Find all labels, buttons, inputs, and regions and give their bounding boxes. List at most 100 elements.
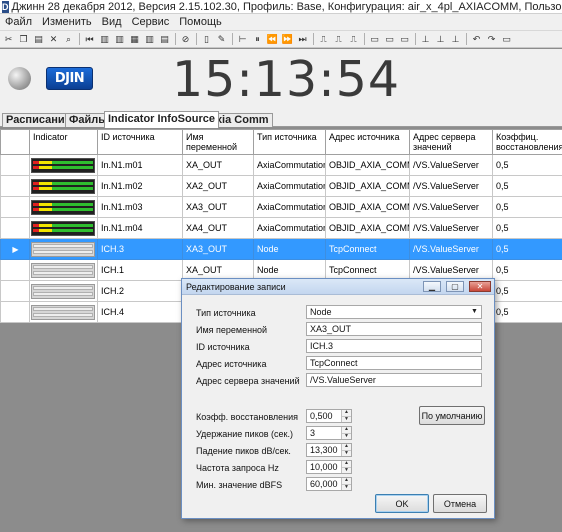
cell-type[interactable]: AxiaCommutation (253, 196, 326, 218)
pause-icon[interactable]: ⏸ (252, 34, 263, 45)
cell-coef[interactable]: 0,5 (492, 259, 562, 281)
min-dbfs-spinner[interactable]: 60,000 ▲ ▼ (306, 477, 352, 491)
spin-down-icon[interactable]: ▼ (342, 433, 351, 439)
table-row[interactable]: In.N1.m02 XA2_OUT AxiaCommutation OBJID_AXI… (0, 175, 562, 197)
undo-icon[interactable]: ↶ (471, 34, 482, 45)
spin-down-icon[interactable]: ▼ (342, 416, 351, 422)
cell-addr[interactable]: OBJID_AXIA_COMM... (325, 154, 410, 176)
maximize-icon[interactable]: ▢ (446, 281, 464, 292)
minimize-icon[interactable]: ▁ (423, 281, 441, 292)
paste-icon[interactable]: ▤ (33, 34, 44, 45)
document-icon[interactable]: ▯ (201, 34, 212, 45)
cell-var[interactable]: XA4_OUT (182, 217, 254, 239)
delete-icon[interactable]: ✕ (48, 34, 59, 45)
step-icon[interactable]: ⊢ (237, 34, 248, 45)
var-name-field[interactable]: XA3_OUT (306, 322, 482, 336)
column-icon[interactable]: ▥ (144, 34, 155, 45)
tab-schedule[interactable]: Расписание (2, 113, 75, 127)
cell-id[interactable]: In.N1.m04 (97, 217, 183, 239)
cell-type[interactable]: AxiaCommutation (253, 217, 326, 239)
peak-fall-spinner[interactable]: 13,300 ▲ ▼ (306, 443, 352, 457)
cell-coef[interactable]: 0,5 (492, 301, 562, 323)
track-icon[interactable]: ▭ (369, 34, 380, 45)
cell-coef[interactable]: 0,5 (492, 280, 562, 302)
cell-var[interactable]: XA_OUT (182, 154, 254, 176)
find-icon[interactable]: ⌕ (63, 34, 74, 45)
cell-addr[interactable]: TcpConnect (325, 238, 410, 260)
cell-id[interactable]: In.N1.m03 (97, 196, 183, 218)
row-selector[interactable] (0, 259, 30, 281)
table-row[interactable]: ▶ ICH.3 XA3_OUT Node TcpConnect/VS.ValueServ… (0, 238, 562, 260)
column-icon[interactable]: ▥ (114, 34, 125, 45)
cell-coef[interactable]: 0,5 (492, 238, 562, 260)
cell-server[interactable]: /VS.ValueServer (409, 238, 493, 260)
marker-icon[interactable]: ⎍ (333, 34, 344, 45)
copy-icon[interactable]: ❐ (18, 34, 29, 45)
spin-down-icon[interactable]: ▼ (342, 484, 351, 490)
cell-type[interactable]: AxiaCommutation (253, 154, 326, 176)
prev-icon[interactable]: ⏪ (267, 34, 278, 45)
marker-icon[interactable]: ⎍ (318, 34, 329, 45)
cell-id[interactable]: ICH.1 (97, 259, 183, 281)
chevron-down-icon[interactable]: ▼ (469, 307, 480, 317)
cell-addr[interactable]: OBJID_AXIA_COMM... (325, 196, 410, 218)
cell-server[interactable]: /VS.ValueServer (409, 175, 493, 197)
cell-var[interactable]: XA2_OUT (182, 175, 254, 197)
align-icon[interactable]: ⊥ (420, 34, 431, 45)
menu-edit[interactable]: Изменить (37, 16, 97, 28)
cell-id[interactable]: ICH.2 (97, 280, 183, 302)
cell-id[interactable]: ICH.3 (97, 238, 183, 260)
source-type-select[interactable]: Node ▼ (306, 305, 482, 319)
column-header[interactable]: Адрес сервера значений (409, 129, 493, 155)
column-header[interactable]: ID источника (97, 129, 183, 155)
cell-id[interactable]: ICH.4 (97, 301, 183, 323)
cancel-button[interactable]: Отмена (433, 494, 487, 513)
first-icon[interactable]: ⏮ (84, 34, 95, 45)
column-icon[interactable]: ▤ (159, 34, 170, 45)
cell-type[interactable]: Node (253, 238, 326, 260)
edit-icon[interactable]: ✎ (216, 34, 227, 45)
spin-down-icon[interactable]: ▼ (342, 450, 351, 456)
menu-help[interactable]: Помощь (174, 16, 227, 28)
defaults-button[interactable]: По умолчанию (419, 406, 485, 425)
column-header[interactable]: Indicator (29, 129, 98, 155)
menu-file[interactable]: Файл (0, 16, 37, 28)
column-header[interactable]: Тип источника (253, 129, 326, 155)
cell-id[interactable]: In.N1.m02 (97, 175, 183, 197)
column-header[interactable]: Коэффиц. восстановления (492, 129, 562, 155)
source-addr-field[interactable]: TcpConnect (306, 356, 482, 370)
track-icon[interactable]: ▭ (384, 34, 395, 45)
tab-indicator-infosource[interactable]: Indicator InfoSource (104, 111, 219, 128)
cell-type[interactable]: AxiaCommutation (253, 175, 326, 197)
server-addr-field[interactable]: /VS.ValueServer (306, 373, 482, 387)
source-id-field[interactable]: ICH.3 (306, 339, 482, 353)
cell-var[interactable]: XA3_OUT (182, 238, 254, 260)
stop-icon[interactable]: ⊘ (180, 34, 191, 45)
table-row[interactable]: In.N1.m04 XA4_OUT AxiaCommutation OBJID_AXI… (0, 217, 562, 239)
row-selector[interactable] (0, 196, 30, 218)
track-icon[interactable]: ▭ (399, 34, 410, 45)
row-selector[interactable] (0, 301, 30, 323)
column-icon[interactable]: ▦ (129, 34, 140, 45)
recovery-spinner[interactable]: 0,500 ▲ ▼ (306, 409, 352, 423)
column-header[interactable]: Адрес источника (325, 129, 410, 155)
align-icon[interactable]: ⊥ (435, 34, 446, 45)
table-row[interactable]: In.N1.m01 XA_OUT AxiaCommutation OBJID_AXIA… (0, 154, 562, 176)
panel-icon[interactable]: ▭ (501, 34, 512, 45)
menu-service[interactable]: Сервис (127, 16, 175, 28)
cut-icon[interactable]: ✂ (3, 34, 14, 45)
ok-button[interactable]: OK (375, 494, 429, 513)
row-selector[interactable]: ▶ (0, 238, 30, 260)
cell-server[interactable]: /VS.ValueServer (409, 217, 493, 239)
cell-addr[interactable]: OBJID_AXIA_COMM... (325, 217, 410, 239)
poll-rate-spinner[interactable]: 10,000 ▲ ▼ (306, 460, 352, 474)
peak-hold-spinner[interactable]: 3 ▲ ▼ (306, 426, 352, 440)
close-icon[interactable]: ✕ (469, 281, 491, 292)
cell-server[interactable]: /VS.ValueServer (409, 154, 493, 176)
last-icon[interactable]: ⏭ (297, 34, 308, 45)
column-icon[interactable]: ▥ (99, 34, 110, 45)
cell-coef[interactable]: 0,5 (492, 217, 562, 239)
cell-var[interactable]: XA3_OUT (182, 196, 254, 218)
redo-icon[interactable]: ↷ (486, 34, 497, 45)
column-header[interactable]: Имя переменной (182, 129, 254, 155)
